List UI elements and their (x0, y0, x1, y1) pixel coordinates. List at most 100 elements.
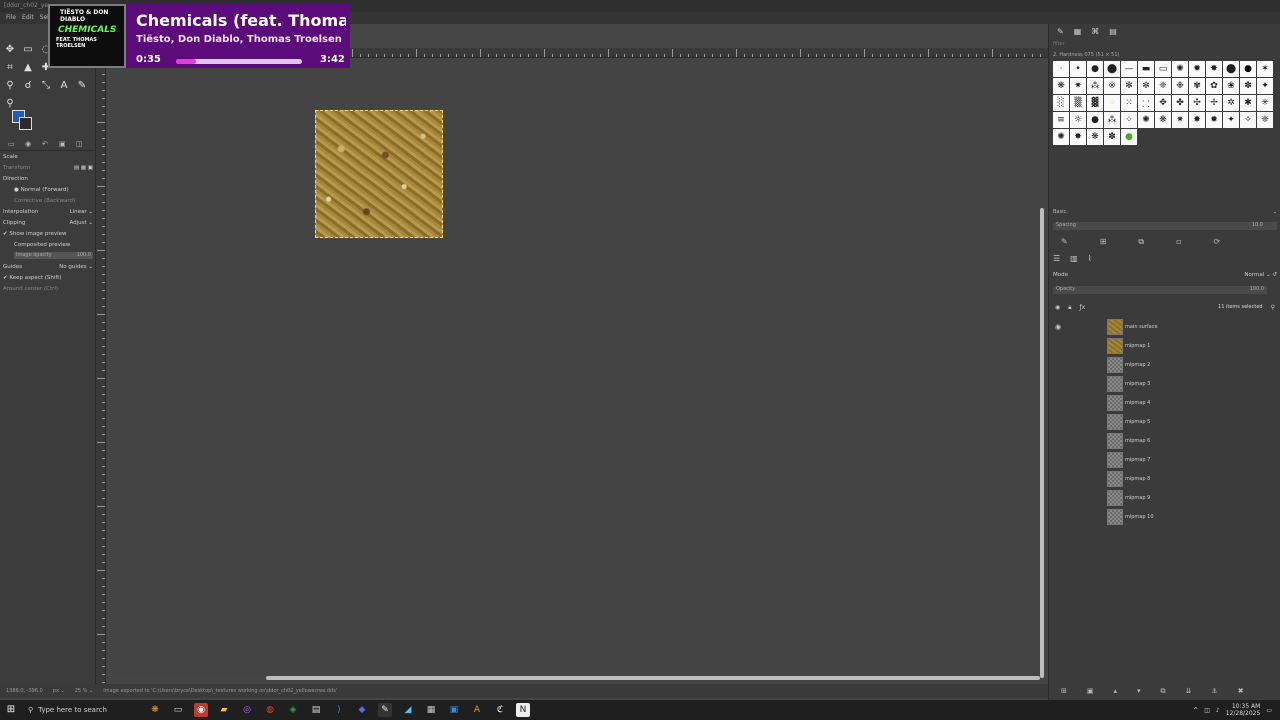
gimp-icon[interactable]: ✎ (378, 703, 392, 717)
brush-swatch[interactable]: ✷ (1070, 78, 1086, 94)
brush-swatch[interactable]: ✹ (1189, 61, 1205, 77)
brush-swatch[interactable]: ✿ (1206, 78, 1222, 94)
direction-corrective-radio[interactable]: Corrective (Backward) (14, 198, 75, 204)
brush-swatch[interactable]: ❈ (1257, 112, 1273, 128)
direction-normal-radio[interactable]: ● Normal (Forward) (14, 187, 69, 193)
spacing-slider[interactable]: Spacing 10.0 (1053, 222, 1277, 230)
panel-menu-icon[interactable]: ◫ (76, 140, 84, 148)
clipping-select[interactable]: Adjust ⌄ (69, 220, 93, 226)
layer-visibility-icon[interactable]: ◉ (1055, 323, 1069, 331)
brush-swatch[interactable]: ≡ (1053, 112, 1069, 128)
image-canvas[interactable] (106, 59, 1042, 675)
rect-select-tool-icon[interactable]: ▭ (22, 44, 34, 56)
brush-swatch[interactable]: ✺ (1053, 129, 1069, 145)
menu-edit[interactable]: Edit (22, 14, 34, 22)
delete-layer-icon[interactable]: ✖ (1238, 687, 1244, 695)
new-layer-icon[interactable]: ⊞ (1061, 687, 1067, 695)
brush-swatch[interactable]: ✲ (1223, 95, 1239, 111)
delete-brush-icon[interactable]: ▫ (1176, 237, 1181, 247)
brush-swatch[interactable]: ✳ (1257, 95, 1273, 111)
brush-swatch[interactable]: ⁘ (1104, 95, 1120, 111)
clock[interactable]: 10:35 AM 12/28/2025 (1226, 703, 1261, 717)
brush-filter-input[interactable]: filter (1053, 41, 1276, 49)
brushes-tab-icon[interactable]: ✎ (1057, 27, 1064, 36)
brush-swatch[interactable]: ▬ (1138, 61, 1154, 77)
brush-swatch[interactable]: ❋ (1053, 78, 1069, 94)
patterns-tab-icon[interactable]: ▦ (1074, 27, 1082, 36)
show-preview-checkbox[interactable]: ✔ Show image preview (3, 231, 67, 237)
brush-swatch[interactable]: ❀ (1223, 78, 1239, 94)
keep-aspect-checkbox[interactable]: ✔ Keep aspect (Shift) (3, 275, 62, 281)
zoom-select[interactable]: 25 % ⌄ (75, 688, 93, 694)
anchor-layer-icon[interactable]: ⚓︎ (1211, 687, 1217, 695)
texture-image[interactable] (315, 110, 443, 238)
layer-row[interactable]: mipmap 6 (1049, 431, 1280, 450)
color-swatches[interactable] (12, 110, 36, 134)
notepad-icon[interactable]: N (516, 703, 530, 717)
background-color[interactable] (19, 117, 32, 130)
brush-swatch[interactable]: — (1121, 61, 1137, 77)
vertical-scrollbar[interactable] (1040, 208, 1044, 678)
brush-swatch[interactable]: ✻ (1121, 78, 1137, 94)
refresh-brushes-icon[interactable]: ⟳ (1214, 237, 1221, 247)
file-explorer-icon[interactable]: ▰ (217, 703, 231, 717)
merge-layer-icon[interactable]: ⇊ (1186, 687, 1192, 695)
undo-history-tab-icon[interactable]: ↶ (42, 140, 50, 148)
podcast-app-icon[interactable]: ◎ (240, 703, 254, 717)
chrome-icon[interactable]: ◍ (263, 703, 277, 717)
brush-swatch[interactable]: ※ (1104, 78, 1120, 94)
tray-chevron-icon[interactable]: ^ (1193, 707, 1198, 714)
smudge-tool-icon[interactable]: ☌ (22, 80, 34, 92)
bucket-tool-icon[interactable]: ▲ (22, 62, 34, 74)
brush-swatch[interactable]: ▭ (1155, 61, 1171, 77)
brush-grid[interactable]: · • ● ⬤ — ▬ ▭ ✺ ✹ ✸ ⬤ ● ✶ ❋ ✷ ⁂ ※ ✻ ✼ ❈ ❉ ✾ ✿ ❀ ✽ ✦ ░ ▒ ▓ ⁘ ⁙ ⸬ ✥ ✤ ✣ ✢ ✲ ✱ ✳ ≡… (1049, 59, 1280, 147)
device-status-tab-icon[interactable]: ◉ (25, 140, 33, 148)
effects-icon[interactable]: ƒx (1079, 304, 1085, 312)
brush-swatch[interactable]: ⁂ (1104, 112, 1120, 128)
fonts-tab-icon[interactable]: ⌘ (1091, 27, 1099, 36)
crop-tool-icon[interactable]: ⌗ (4, 62, 16, 74)
raise-layer-icon[interactable]: ▴ (1114, 687, 1118, 695)
brush-swatch[interactable]: ░ (1053, 95, 1069, 111)
brush-swatch[interactable]: ❈ (1155, 78, 1171, 94)
network-icon[interactable]: ◫ (1204, 707, 1210, 714)
brush-swatch[interactable]: ✸ (1070, 129, 1086, 145)
store-icon[interactable]: ▣ (447, 703, 461, 717)
layer-row[interactable]: mipmap 7 (1049, 450, 1280, 469)
brush-swatch[interactable]: ✦ (1223, 112, 1239, 128)
browser-icon[interactable]: ◉ (194, 703, 208, 717)
start-button[interactable]: ⊞ (0, 700, 22, 720)
brush-swatch[interactable]: ❋ (1155, 112, 1171, 128)
layer-row[interactable]: mipmap 1 (1049, 336, 1280, 355)
visibility-icon[interactable]: ◉ (1055, 304, 1060, 312)
brush-swatch[interactable]: ❉ (1172, 78, 1188, 94)
capcut-icon[interactable]: ℭ (493, 703, 507, 717)
images-tab-icon[interactable]: ▣ (59, 140, 67, 148)
brush-swatch[interactable]: ● (1240, 61, 1256, 77)
notifications-icon[interactable]: ▭ (1266, 707, 1272, 714)
around-center-checkbox[interactable]: Around center (Ctrl) (3, 286, 58, 292)
duplicate-brush-icon[interactable]: ⧉ (1138, 237, 1144, 247)
brush-swatch[interactable]: ✺ (1172, 61, 1188, 77)
brush-swatch[interactable]: ● (1087, 112, 1103, 128)
brush-swatch[interactable]: ✦ (1257, 78, 1273, 94)
brush-swatch[interactable]: ⁙ (1121, 95, 1137, 111)
vscode-icon[interactable]: ⟩ (332, 703, 346, 717)
edit-brush-icon[interactable]: ✎ (1061, 237, 1068, 247)
brush-swatch[interactable]: ✼ (1138, 78, 1154, 94)
editor-app-icon[interactable]: ▦ (424, 703, 438, 717)
brush-swatch[interactable]: ✤ (1172, 95, 1188, 111)
layer-row[interactable]: ◉ main surface (1049, 317, 1280, 336)
xbox-icon[interactable]: ◈ (286, 703, 300, 717)
move-tool-icon[interactable]: ✥ (4, 44, 16, 56)
brush-swatch[interactable]: ⁘ (1121, 112, 1137, 128)
brush-swatch[interactable]: ✽ (1104, 129, 1120, 145)
brush-swatch[interactable]: ✥ (1155, 95, 1171, 111)
brush-swatch[interactable]: ✷ (1172, 112, 1188, 128)
brush-swatch[interactable]: ✾ (1189, 78, 1205, 94)
brush-preset-row[interactable]: Basic, ⌄ (1053, 209, 1277, 215)
layer-row[interactable]: mipmap 5 (1049, 412, 1280, 431)
layer-row[interactable]: mipmap 10 (1049, 507, 1280, 526)
brush-swatch[interactable]: ☼ (1070, 112, 1086, 128)
brush-swatch[interactable]: ✱ (1240, 95, 1256, 111)
